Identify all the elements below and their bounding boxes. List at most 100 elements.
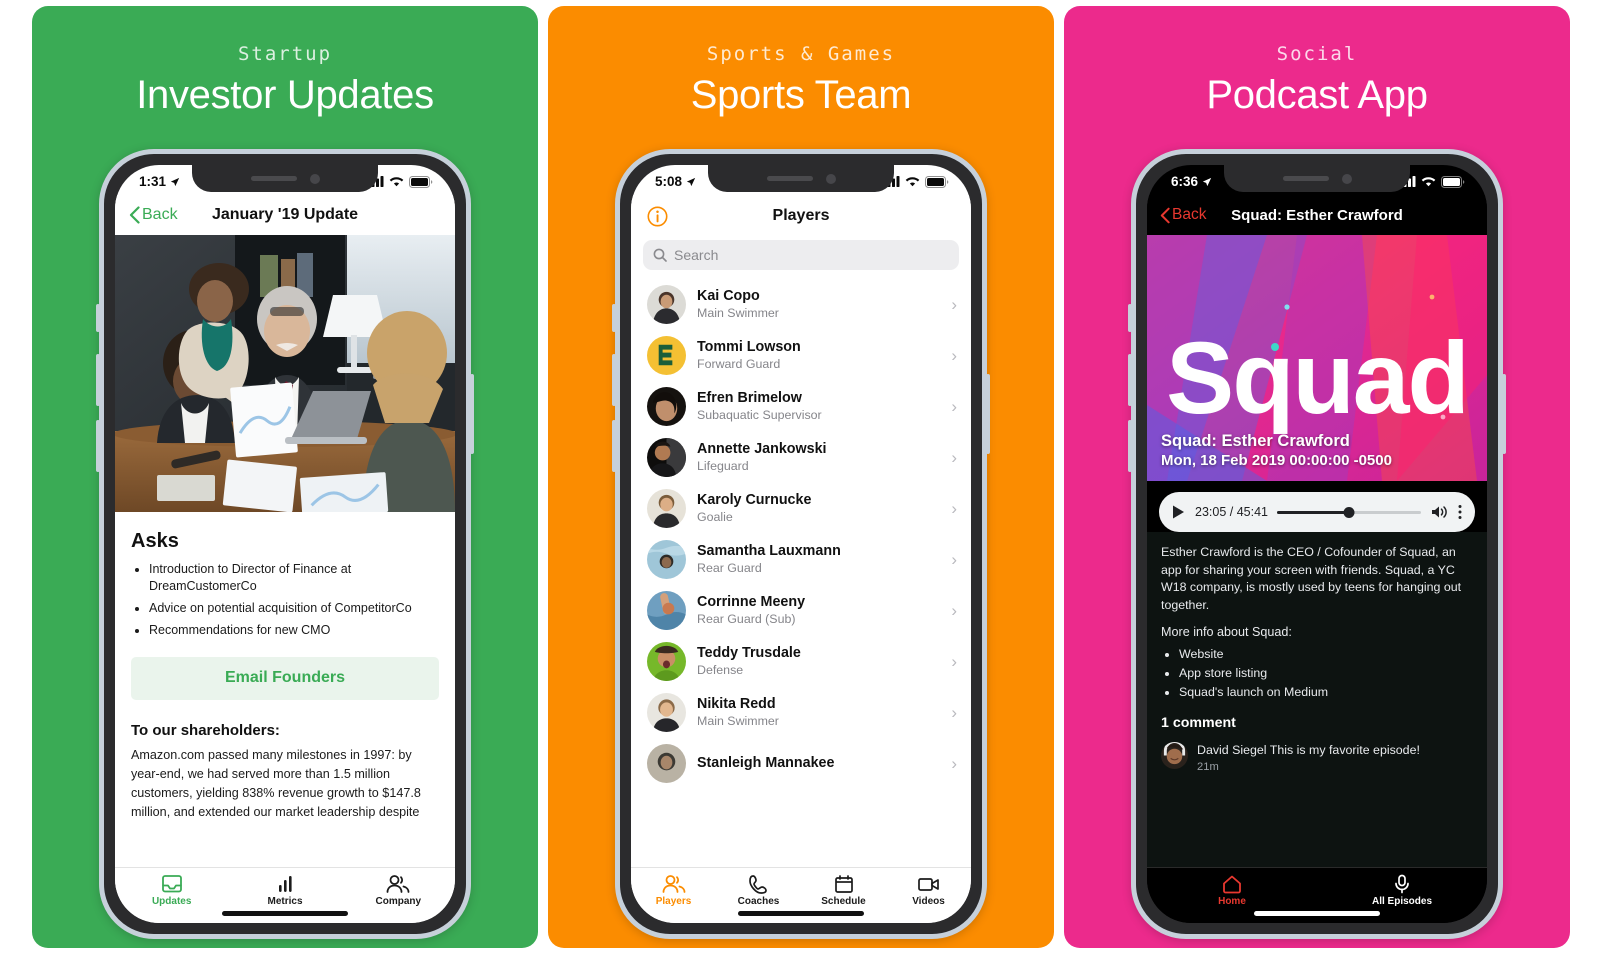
update-content: Asks Introduction to Director of Finance…: [115, 512, 455, 867]
people-icon: [662, 875, 685, 893]
list-item[interactable]: Nikita Redd Main Swimmer ›: [631, 687, 971, 738]
player-role: Defense: [697, 663, 744, 678]
earpiece-speaker: [1282, 176, 1329, 181]
chevron-left-icon: [1160, 207, 1170, 223]
tab-label: Metrics: [267, 896, 303, 907]
people-icon: [386, 875, 410, 893]
page-title: Players: [772, 207, 830, 224]
chevron-right-icon: ›: [951, 702, 957, 722]
player-list[interactable]: Kai Copo Main Swimmer › Tommi Lowson For…: [631, 279, 971, 867]
status-time: 1:31: [139, 174, 167, 189]
search-input[interactable]: Search: [643, 240, 959, 270]
tab-label: Coaches: [737, 896, 780, 907]
progress-slider[interactable]: [1276, 505, 1421, 519]
phone-icon: [748, 875, 767, 894]
tab-metrics[interactable]: Metrics: [228, 874, 341, 907]
back-button[interactable]: Back: [129, 206, 178, 224]
list-item[interactable]: Website: [1179, 645, 1473, 664]
player-role: Forward Guard: [697, 357, 781, 372]
chevron-right-icon: ›: [951, 549, 957, 569]
calendar-icon: [834, 875, 853, 893]
tab-label: Updates: [151, 896, 192, 907]
list-item[interactable]: Squad's launch on Medium: [1179, 683, 1473, 702]
list-item[interactable]: App store listing: [1179, 664, 1473, 683]
back-label: Back: [1172, 206, 1207, 223]
panel-sports-team: Sports & Games Sports Team 5:08 Players …: [548, 6, 1054, 948]
phone-mockup-pink: 6:36 Back Squad: Esther Crawford Squad S…: [1128, 149, 1506, 939]
player-time: 23:05 / 45:41: [1195, 505, 1268, 519]
avatar: [647, 489, 686, 528]
tab-label: Schedule: [821, 896, 866, 907]
location-arrow-icon: [170, 177, 180, 186]
phone-notch: [708, 165, 894, 192]
panel-category-label: Sports & Games: [706, 43, 896, 65]
avatar: [647, 387, 686, 426]
tab-home[interactable]: Home: [1147, 874, 1317, 907]
shareholders-heading: To our shareholders:: [131, 721, 280, 739]
battery-icon: [925, 175, 949, 188]
tab-videos[interactable]: Videos: [886, 874, 971, 907]
email-founders-button[interactable]: Email Founders: [131, 656, 439, 700]
volume-down-button: [96, 420, 100, 472]
player-photo: [647, 489, 686, 528]
tab-company[interactable]: Company: [342, 874, 455, 907]
tab-coaches[interactable]: Coaches: [716, 874, 801, 907]
play-icon[interactable]: [1171, 504, 1186, 520]
list-item[interactable]: Karoly Curnucke Goalie ›: [631, 483, 971, 534]
kebab-menu-icon[interactable]: [1457, 504, 1463, 520]
battery-icon: [1441, 175, 1465, 188]
episode-details: Esther Crawford is the CEO / Cofounder o…: [1147, 532, 1487, 867]
tab-players[interactable]: Players: [631, 874, 716, 907]
player-photo: [647, 744, 686, 783]
player-photo: [647, 693, 686, 732]
list-item[interactable]: Efren Brimelow Subaquatic Supervisor ›: [631, 381, 971, 432]
volume-icon[interactable]: [1430, 504, 1448, 520]
power-button: [1502, 374, 1506, 454]
list-item[interactable]: Annette Jankowski Lifeguard ›: [631, 432, 971, 483]
list-item[interactable]: Samantha Lauxmann Rear Guard ›: [631, 534, 971, 585]
tab-all-episodes[interactable]: All Episodes: [1317, 874, 1487, 907]
back-button[interactable]: Back: [1160, 206, 1206, 224]
player-name: Corrinne Meeny: [697, 593, 806, 610]
location-arrow-icon: [1202, 177, 1212, 186]
player-name: Teddy Trusdale: [697, 644, 801, 661]
list-item[interactable]: Stanleigh Mannakee ›: [631, 738, 971, 789]
list-item-text: Tommi Lowson Forward Guard: [697, 339, 940, 373]
list-item-text: Stanleigh Mannakee: [697, 755, 940, 773]
mute-switch: [612, 304, 616, 332]
home-icon: [1223, 875, 1241, 894]
panel-investor-updates: Startup Investor Updates 1:31 Back Janua…: [32, 6, 538, 948]
phone-screen-orange: 5:08 Players Search Kai Copo Main Swimme…: [631, 165, 971, 923]
tab-label: Company: [375, 896, 422, 907]
list-item[interactable]: Teddy Trusdale Defense ›: [631, 636, 971, 687]
player-role: Rear Guard: [697, 561, 762, 576]
tab-schedule[interactable]: Schedule: [801, 874, 886, 907]
home-indicator: [1254, 911, 1380, 916]
avatar: [647, 693, 686, 732]
list-item-text: Karoly Curnucke Goalie: [697, 492, 940, 526]
links-list: Website App store listing Squad's launch…: [1179, 645, 1473, 701]
list-item[interactable]: Tommi Lowson Forward Guard ›: [631, 330, 971, 381]
tab-label: Videos: [912, 896, 945, 907]
player-name: Stanleigh Mannakee: [697, 754, 835, 771]
earpiece-speaker: [250, 176, 297, 181]
business-meeting-photo: [115, 235, 455, 512]
chevron-right-icon: ›: [951, 651, 957, 671]
progress-knob[interactable]: [1343, 506, 1355, 518]
hero-image: [115, 235, 455, 512]
phone-mockup-green: 1:31 Back January '19 Update Asks • Intr…: [96, 149, 474, 939]
info-circle-icon[interactable]: [647, 206, 668, 227]
volume-up-button: [612, 354, 616, 406]
panel-title: Investor Updates: [136, 73, 434, 117]
episode-date: Mon, 18 Feb 2019 00:00:00 -0500: [1161, 452, 1392, 470]
player-name: Annette Jankowski: [697, 440, 827, 457]
volume-down-button: [612, 420, 616, 472]
phone-screen-green: 1:31 Back January '19 Update Asks • Intr…: [115, 165, 455, 923]
front-camera: [825, 173, 836, 184]
list-item[interactable]: Corrinne Meeny Rear Guard (Sub) ›: [631, 585, 971, 636]
list-item[interactable]: Kai Copo Main Swimmer ›: [631, 279, 971, 330]
avatar: [647, 642, 686, 681]
microphone-icon: [1395, 874, 1409, 894]
audio-player[interactable]: 23:05 / 45:41: [1159, 492, 1475, 532]
tab-updates[interactable]: Updates: [115, 874, 228, 907]
